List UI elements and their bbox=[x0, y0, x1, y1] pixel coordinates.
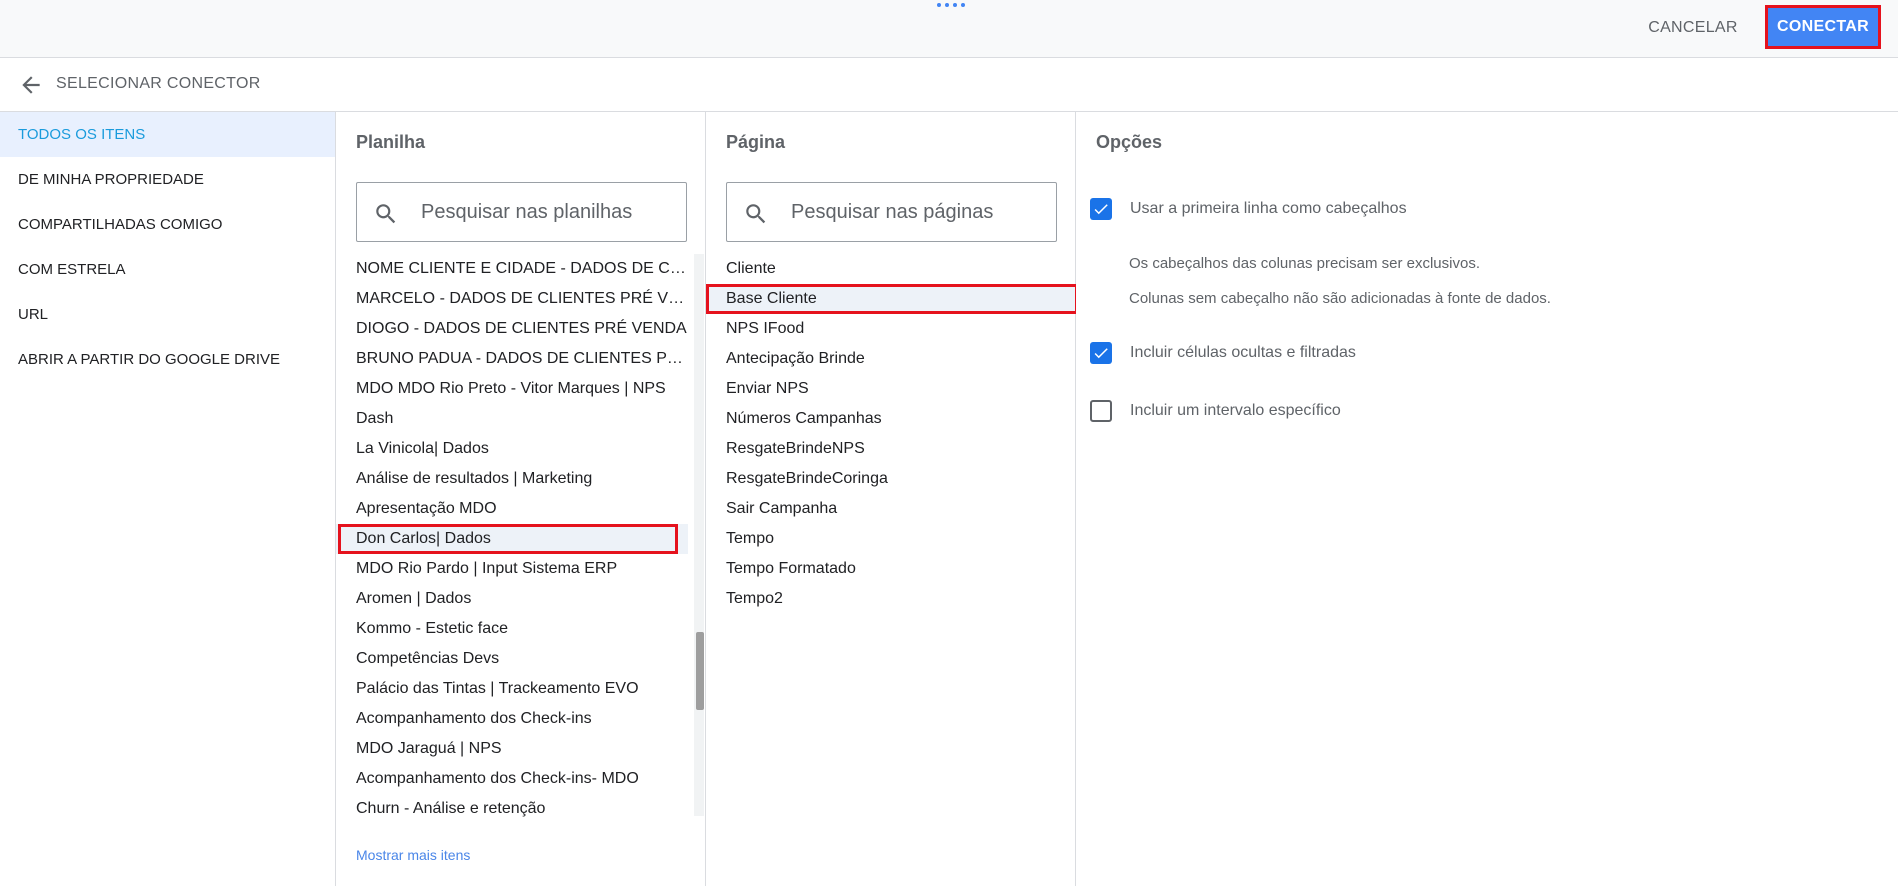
spreadsheet-search-input[interactable] bbox=[421, 197, 671, 227]
top-bar: CANCELAR CONECTAR bbox=[0, 0, 1898, 58]
spreadsheet-item[interactable]: Acompanhamento dos Check-ins- MDO bbox=[336, 764, 688, 794]
spreadsheet-item[interactable]: Dash bbox=[336, 404, 688, 434]
back-arrow-icon[interactable] bbox=[18, 72, 44, 98]
spreadsheet-item[interactable]: Aromen | Dados bbox=[336, 584, 688, 614]
nav-item-all[interactable]: TODOS OS ITENS bbox=[0, 112, 335, 157]
sheet-item[interactable]: Cliente bbox=[706, 254, 1076, 284]
sheet-item[interactable]: Tempo bbox=[706, 524, 1076, 554]
spreadsheet-item[interactable]: DIOGO - DADOS DE CLIENTES PRÉ VENDA bbox=[336, 314, 688, 344]
spreadsheet-column: Planilha NOME CLIENTE E CIDADE - DADOS D… bbox=[336, 112, 706, 886]
search-icon bbox=[376, 204, 396, 224]
connector-header: SELECIONAR CONECTOR bbox=[0, 58, 1898, 112]
sheet-item[interactable]: ResgateBrindeNPS bbox=[706, 434, 1076, 464]
connect-button[interactable]: CONECTAR bbox=[1765, 5, 1881, 49]
sheet-list: Cliente Base Cliente NPS IFood Antecipaç… bbox=[706, 254, 1076, 614]
sheet-item[interactable]: NPS IFood bbox=[706, 314, 1076, 344]
sheet-search-box bbox=[726, 182, 1057, 242]
include-hidden-checkbox[interactable] bbox=[1090, 342, 1112, 364]
spreadsheet-item[interactable]: BRUNO PADUA - DADOS DE CLIENTES PRÉ ... bbox=[336, 344, 688, 374]
page-title: SELECIONAR CONECTOR bbox=[56, 75, 261, 92]
sheet-item[interactable]: Antecipação Brinde bbox=[706, 344, 1076, 374]
spreadsheet-scrollbar-thumb[interactable] bbox=[696, 632, 704, 710]
spreadsheet-item[interactable]: Acompanhamento dos Check-ins bbox=[336, 704, 688, 734]
checkmark-icon bbox=[1094, 204, 1108, 215]
sheet-item[interactable]: ResgateBrindeCoringa bbox=[706, 464, 1076, 494]
spreadsheet-item[interactable]: MDO Jaraguá | NPS bbox=[336, 734, 688, 764]
checkmark-icon bbox=[1094, 348, 1108, 359]
specific-range-label: Incluir um intervalo específico bbox=[1130, 402, 1341, 419]
spreadsheet-item[interactable]: Apresentação MDO bbox=[336, 494, 688, 524]
connect-button-label: CONECTAR bbox=[1777, 18, 1869, 35]
spreadsheet-item[interactable]: Competências Devs bbox=[336, 644, 688, 674]
spreadsheet-item[interactable]: MDO Rio Pardo | Input Sistema ERP bbox=[336, 554, 688, 584]
spreadsheet-item[interactable]: Análise de resultados | Marketing bbox=[336, 464, 688, 494]
sheet-item[interactable]: Tempo Formatado bbox=[706, 554, 1076, 584]
nav-item-url[interactable]: URL bbox=[0, 292, 335, 337]
first-row-header-label: Usar a primeira linha como cabeçalhos bbox=[1130, 200, 1407, 217]
show-more-link[interactable]: Mostrar mais itens bbox=[356, 847, 470, 863]
nav-item-shared[interactable]: COMPARTILHADAS COMIGO bbox=[0, 202, 335, 247]
sheet-item[interactable]: Números Campanhas bbox=[706, 404, 1076, 434]
spreadsheet-item[interactable]: La Vinicola| Dados bbox=[336, 434, 688, 464]
option-specific-range: Incluir um intervalo específico bbox=[1090, 397, 1341, 425]
header-unique-note: Os cabeçalhos das colunas precisam ser e… bbox=[1129, 255, 1480, 272]
spreadsheet-item[interactable]: Churn - Análise e retenção bbox=[336, 794, 688, 824]
include-hidden-label: Incluir células ocultas e filtradas bbox=[1130, 344, 1356, 361]
nav-item-starred[interactable]: COM ESTRELA bbox=[0, 247, 335, 292]
sheet-search-input[interactable] bbox=[791, 197, 1041, 227]
spreadsheet-column-title: Planilha bbox=[356, 132, 426, 152]
spreadsheet-item-selected[interactable]: Don Carlos| Dados bbox=[336, 524, 688, 554]
nav-item-owned[interactable]: DE MINHA PROPRIEDADE bbox=[0, 157, 335, 202]
option-first-row-header: Usar a primeira linha como cabeçalhos bbox=[1090, 195, 1407, 223]
sheet-item[interactable]: Tempo2 bbox=[706, 584, 1076, 614]
spreadsheet-item[interactable]: Kommo - Estetic face bbox=[336, 614, 688, 644]
options-column-title: Opções bbox=[1096, 132, 1163, 152]
left-nav: TODOS OS ITENS DE MINHA PROPRIEDADE COMP… bbox=[0, 112, 336, 886]
sheet-item[interactable]: Sair Campanha bbox=[706, 494, 1076, 524]
header-missing-note: Colunas sem cabeçalho não são adicionada… bbox=[1129, 290, 1551, 307]
spreadsheet-item[interactable]: MDO MDO Rio Preto - Vitor Marques | NPS bbox=[336, 374, 688, 404]
specific-range-checkbox[interactable] bbox=[1090, 400, 1112, 422]
spreadsheet-scrollbar-track[interactable] bbox=[694, 254, 704, 816]
spreadsheet-item[interactable]: NOME CLIENTE E CIDADE - DADOS DE CLIE... bbox=[336, 254, 688, 284]
sheet-column-title: Página bbox=[726, 132, 786, 152]
sheet-column: Página Cliente Base Cliente NPS IFood An… bbox=[706, 112, 1076, 886]
option-include-hidden: Incluir células ocultas e filtradas bbox=[1090, 339, 1356, 367]
search-icon bbox=[746, 204, 766, 224]
spreadsheet-item[interactable]: Palácio das Tintas | Trackeamento EVO bbox=[336, 674, 688, 704]
spreadsheet-item[interactable]: MARCELO - DADOS DE CLIENTES PRÉ VEN... bbox=[336, 284, 688, 314]
cancel-button[interactable]: CANCELAR bbox=[1636, 14, 1750, 42]
spreadsheet-list: NOME CLIENTE E CIDADE - DADOS DE CLIE...… bbox=[336, 254, 706, 824]
sheet-item-selected[interactable]: Base Cliente bbox=[706, 284, 1076, 314]
options-column: Opções Usar a primeira linha como cabeça… bbox=[1076, 112, 1898, 886]
nav-item-google-drive[interactable]: ABRIR A PARTIR DO GOOGLE DRIVE bbox=[0, 337, 335, 382]
drag-handle[interactable] bbox=[937, 3, 967, 9]
sheet-item[interactable]: Enviar NPS bbox=[706, 374, 1076, 404]
spreadsheet-search-box bbox=[356, 182, 687, 242]
first-row-header-checkbox[interactable] bbox=[1090, 198, 1112, 220]
